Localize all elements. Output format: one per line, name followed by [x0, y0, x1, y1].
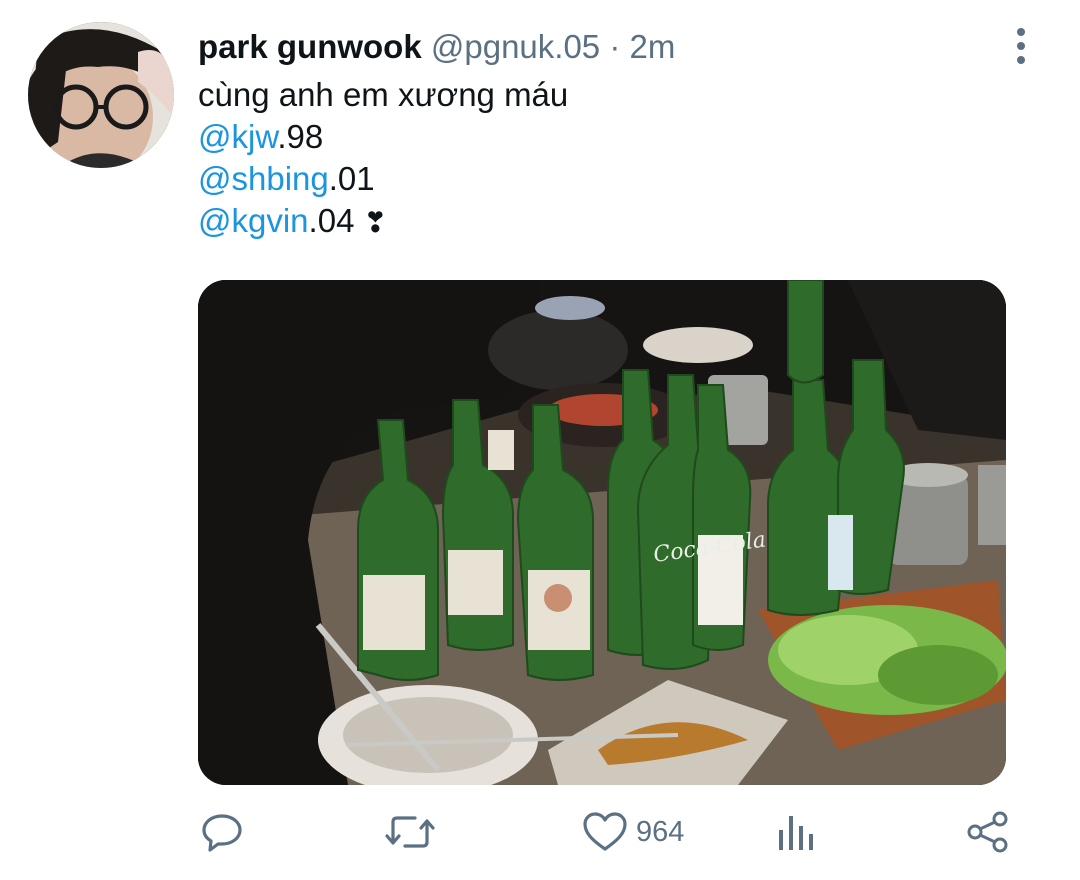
mention-suffix: .04: [308, 202, 355, 239]
mention-link[interactable]: @shbing: [198, 160, 329, 197]
mention-line: @kjw.98: [198, 117, 323, 157]
timestamp[interactable]: 2m: [630, 28, 676, 65]
tweet-header: park gunwook @pgnuk.05 · 2m: [198, 28, 675, 66]
more-dot: [1017, 28, 1025, 36]
mention-link[interactable]: @kjw: [198, 118, 277, 155]
tweet-photo[interactable]: Coca-Cola: [198, 280, 1006, 785]
retweet-button[interactable]: [385, 808, 435, 856]
mention-line: @kgvin.04 ❣: [198, 201, 387, 243]
share-icon: [967, 811, 1008, 853]
tweet-action-bar: 964: [0, 800, 1080, 870]
display-name[interactable]: park gunwook: [198, 28, 422, 65]
more-vertical-icon[interactable]: [1008, 26, 1034, 66]
share-button[interactable]: [966, 808, 1010, 856]
reply-button[interactable]: [200, 808, 244, 856]
analytics-icon: [779, 816, 813, 850]
like-button[interactable]: 964: [582, 808, 684, 856]
photo-illustration: Coca-Cola: [198, 280, 1006, 785]
retweet-icon: [385, 816, 435, 848]
avatar[interactable]: [28, 22, 174, 168]
mention-suffix: .98: [277, 118, 324, 155]
user-handle[interactable]: @pgnuk.05: [431, 28, 600, 65]
avatar-image: [28, 22, 174, 168]
analytics-button[interactable]: [776, 808, 816, 856]
tweet-text: cùng anh em xương máu: [198, 76, 569, 113]
more-dot: [1017, 56, 1025, 64]
mention-link[interactable]: @kgvin: [198, 202, 309, 239]
reply-icon: [202, 814, 242, 852]
heart-icon: [583, 812, 627, 851]
like-count: 964: [636, 815, 685, 848]
mention-suffix: .01: [328, 160, 375, 197]
heart-exclamation-emoji: ❣: [363, 207, 388, 238]
mention-line: @shbing.01: [198, 159, 375, 199]
more-dot: [1017, 42, 1025, 50]
separator-dot: ·: [609, 28, 621, 65]
